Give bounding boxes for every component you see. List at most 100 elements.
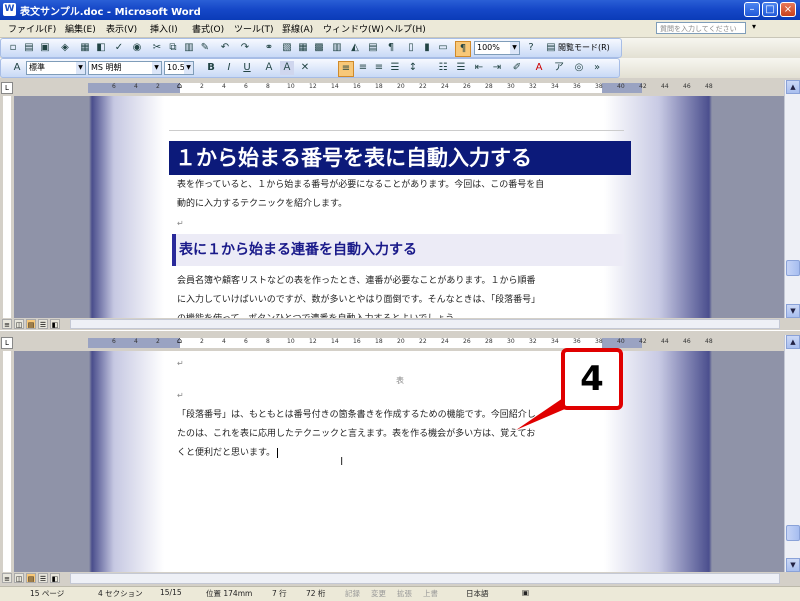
- tab-selector-top[interactable]: L: [1, 82, 13, 94]
- print-layout-icon[interactable]: ▤: [26, 319, 36, 329]
- web-layout-icon[interactable]: ◫: [14, 573, 24, 583]
- styles-pane-icon[interactable]: A: [10, 61, 24, 75]
- paragraph-intro[interactable]: 表を作っていると、１から始まる番号が必要になることがあります。今回は、この番号を…: [177, 176, 625, 214]
- tables-borders-icon[interactable]: ▧: [280, 41, 294, 55]
- font-color-button[interactable]: A: [532, 61, 546, 75]
- menu-insert[interactable]: 挿入(I): [150, 22, 178, 35]
- copy-icon[interactable]: ⧉: [166, 41, 180, 55]
- help-search-input[interactable]: 質問を入力してください: [656, 22, 746, 34]
- align-right-icon[interactable]: ≡: [372, 61, 386, 75]
- undo-icon[interactable]: ↶: [218, 41, 232, 55]
- reading-layout-icon[interactable]: ◧: [50, 319, 60, 329]
- phonetic-guide-icon[interactable]: ア: [552, 61, 566, 75]
- vertical-scrollbar-bottom[interactable]: ▲ ▼: [784, 335, 800, 572]
- menu-table[interactable]: 罫線(A): [282, 22, 313, 35]
- spelling-icon[interactable]: ✓: [112, 41, 126, 55]
- bookmark-icon[interactable]: ▯: [404, 41, 418, 55]
- horizontal-scrollbar-top[interactable]: ≡ ◫ ▤ ☰ ◧: [0, 318, 784, 330]
- paragraph-body[interactable]: 会員名簿や顧客リストなどの表を作ったとき、連番が必要なことがあります。１から順番…: [177, 272, 625, 318]
- font-select[interactable]: MS 明朝 ▼: [88, 61, 162, 75]
- permission-icon[interactable]: ◈: [58, 41, 72, 55]
- toolbar-options-icon[interactable]: »: [590, 61, 604, 75]
- print-layout-icon[interactable]: ▤: [26, 573, 36, 583]
- help-dropdown-icon[interactable]: ▾: [752, 22, 756, 31]
- insert-excel-icon[interactable]: ▩: [312, 41, 326, 55]
- normal-view-icon[interactable]: ≡: [2, 573, 12, 583]
- open-icon[interactable]: ▤: [22, 41, 36, 55]
- menu-window[interactable]: ウィンドウ(W): [323, 22, 384, 35]
- horizontal-scrollbar-bottom[interactable]: ≡ ◫ ▤ ☰ ◧: [0, 572, 784, 586]
- spelling-status-icon[interactable]: ▣: [522, 588, 529, 597]
- normal-view-icon[interactable]: ≡: [2, 319, 12, 329]
- bold-button[interactable]: B: [204, 61, 218, 75]
- distribute-icon[interactable]: ☰: [388, 61, 402, 75]
- zoom-select[interactable]: 100% ▼: [474, 41, 520, 55]
- line-spacing-icon[interactable]: ↕: [406, 61, 420, 75]
- scroll-up-icon[interactable]: ▲: [786, 80, 800, 94]
- char-border-icon[interactable]: Ａ: [262, 61, 276, 75]
- show-hide-icon[interactable]: ¶: [384, 41, 398, 55]
- reading-layout-icon[interactable]: ◧: [50, 573, 60, 583]
- increase-indent-icon[interactable]: ⇥: [490, 61, 504, 75]
- select-icon[interactable]: ▭: [436, 41, 450, 55]
- close-button[interactable]: ×: [780, 2, 796, 17]
- reading-mode-icon[interactable]: ▤: [544, 41, 558, 55]
- underline-button[interactable]: U: [240, 61, 254, 75]
- char-scaling-icon[interactable]: ✕: [298, 61, 312, 75]
- menu-tools[interactable]: ツール(T): [234, 22, 274, 35]
- insert-table-icon[interactable]: ▦: [296, 41, 310, 55]
- heading-1[interactable]: １から始まる番号を表に自動入力する: [169, 141, 631, 175]
- paragraph-mark-icon[interactable]: ¶: [455, 41, 471, 57]
- print-icon[interactable]: ▦: [78, 41, 92, 55]
- align-center-icon[interactable]: ≡: [356, 61, 370, 75]
- italic-button[interactable]: I: [222, 61, 236, 75]
- status-ovr[interactable]: 上書: [423, 588, 438, 599]
- document-map-icon[interactable]: ▤: [366, 41, 380, 55]
- show-hide-marks-icon[interactable]: ▮: [420, 41, 434, 55]
- scroll-down-icon[interactable]: ▼: [786, 304, 800, 318]
- outline-view-icon[interactable]: ☰: [38, 319, 48, 329]
- align-justify-icon[interactable]: ≡: [338, 61, 354, 77]
- menu-edit[interactable]: 編集(E): [65, 22, 96, 35]
- maximize-button[interactable]: □: [762, 2, 778, 17]
- decrease-indent-icon[interactable]: ⇤: [472, 61, 486, 75]
- font-size-select[interactable]: 10.5 ▼: [164, 61, 194, 75]
- outline-view-icon[interactable]: ☰: [38, 573, 48, 583]
- bullets-icon[interactable]: ☰: [454, 61, 468, 75]
- help-icon[interactable]: ?: [524, 41, 538, 55]
- word-app-icon[interactable]: W: [3, 3, 16, 16]
- enclose-chars-icon[interactable]: ◎: [572, 61, 586, 75]
- document-pane-top[interactable]: １から始まる番号を表に自動入力する 表を作っていると、１から始まる番号が必要にな…: [14, 96, 784, 318]
- new-document-icon[interactable]: ▫: [6, 41, 20, 55]
- menu-view[interactable]: 表示(V): [106, 22, 137, 35]
- web-layout-icon[interactable]: ◫: [14, 319, 24, 329]
- menu-format[interactable]: 書式(O): [192, 22, 224, 35]
- indent-marker-top[interactable]: ⌂: [177, 81, 182, 90]
- paste-icon[interactable]: ▥: [182, 41, 196, 55]
- document-pane-bottom[interactable]: ↵ 表 ↵ 「段落番号」は、もともとは番号付きの箇条書きを作成するための機能です…: [14, 351, 784, 572]
- status-ext[interactable]: 拡張: [397, 588, 412, 599]
- highlight-icon[interactable]: ✐: [510, 61, 524, 75]
- hyperlink-icon[interactable]: ⚭: [262, 41, 276, 55]
- vertical-scrollbar-top[interactable]: ▲ ▼: [784, 80, 800, 318]
- scroll-thumb-top[interactable]: [786, 260, 800, 276]
- scroll-up-icon[interactable]: ▲: [786, 335, 800, 349]
- status-rec[interactable]: 記録: [345, 588, 360, 599]
- format-painter-icon[interactable]: ✎: [198, 41, 212, 55]
- cut-icon[interactable]: ✂: [150, 41, 164, 55]
- numbering-icon[interactable]: ☷: [436, 61, 450, 75]
- menu-help[interactable]: ヘルプ(H): [385, 22, 426, 35]
- save-icon[interactable]: ▣: [38, 41, 52, 55]
- minimize-button[interactable]: –: [744, 2, 760, 17]
- columns-icon[interactable]: ▥: [330, 41, 344, 55]
- research-icon[interactable]: ◉: [130, 41, 144, 55]
- heading-2[interactable]: 表に１から始まる連番を自動入力する: [172, 234, 624, 266]
- scroll-down-icon[interactable]: ▼: [786, 558, 800, 572]
- char-shading-icon[interactable]: Ａ: [280, 61, 294, 75]
- redo-icon[interactable]: ↷: [238, 41, 252, 55]
- menu-file[interactable]: ファイル(F): [8, 22, 56, 35]
- indent-marker-bottom[interactable]: ⌂: [177, 336, 182, 345]
- status-trk[interactable]: 変更: [371, 588, 386, 599]
- print-preview-icon[interactable]: ◧: [94, 41, 108, 55]
- style-select[interactable]: 標準 ▼: [26, 61, 86, 75]
